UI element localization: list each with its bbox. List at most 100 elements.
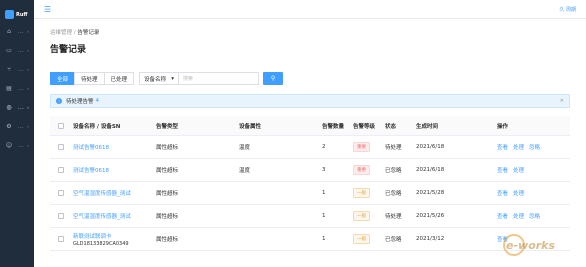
device-attr: 温度 [239, 145, 251, 151]
row-action-link[interactable]: 处理 [513, 168, 524, 174]
logo-text: Ruff [16, 11, 28, 18]
data-icon: ▤ [6, 85, 12, 92]
alarm-type: 属性超标 [156, 145, 179, 151]
table-header: 设备名称 / 设备SN 告警类型 设备属性 告警数量 告警等级 状态 生成时间 … [50, 116, 570, 136]
row-action-link[interactable]: 忽略 [529, 145, 540, 151]
breadcrumb-current: 告警记录 [77, 30, 100, 36]
device-name-link[interactable]: 测试告警0618 [73, 143, 156, 151]
eworks-watermark: e-works [503, 234, 555, 256]
sidebar-item-settings[interactable]: ⚙... › [0, 117, 34, 136]
sidebar-item-user[interactable]: ☺... › [0, 136, 34, 155]
status-text: 待处理 [385, 214, 402, 220]
status-text: 待处理 [385, 145, 402, 151]
row-action-link[interactable]: 查看 [497, 191, 508, 197]
sidebar-item-label: ... [18, 123, 25, 130]
alarm-count: 1 [322, 236, 326, 242]
alarm-count: 2 [322, 144, 326, 150]
header-ops: 操作 [497, 123, 509, 130]
chevron-right-icon: › [27, 67, 29, 72]
page-title: 告警记录 [50, 45, 87, 55]
alarm-count: 1 [322, 213, 326, 219]
chevron-down-icon: ▾ [171, 75, 175, 82]
level-badge: 一般 [353, 234, 370, 244]
created-time: 2021/3/12 [416, 236, 445, 242]
device-name-link[interactable]: 测试告警0618 [73, 166, 156, 174]
logo[interactable]: Ruff [0, 0, 34, 22]
header-type: 告警类型 [156, 123, 179, 130]
header-count: 告警数量 [322, 123, 345, 130]
tab-all[interactable]: 全部 [50, 72, 76, 85]
sidebar-item-label: ... [18, 85, 25, 92]
header-time: 生成时间 [416, 123, 439, 130]
chevron-right-icon: › [27, 143, 29, 148]
user-menu[interactable]: 久 周期 [559, 6, 576, 13]
alarm-table: 设备名称 / 设备SN 告警类型 设备属性 告警数量 告警等级 状态 生成时间 … [50, 116, 570, 251]
breadcrumb: 运维管理 / 告警记录 [50, 28, 99, 36]
header-status: 状态 [385, 123, 397, 130]
sidebar-item-label: ... [18, 66, 25, 73]
row-action-link[interactable]: 处理 [513, 191, 524, 197]
table-row: 新联测试联调卡 GLD18133829CA0349 属性超标 1 一般 已忽略 2021/3… [50, 228, 570, 251]
select-all-checkbox[interactable] [58, 122, 64, 129]
row-checkbox[interactable] [58, 190, 64, 196]
device-name-link[interactable]: 新联测试联调卡 [73, 232, 156, 240]
sidebar-item-data[interactable]: ▤... › [0, 79, 34, 98]
row-checkbox[interactable] [58, 167, 64, 173]
sidebar: Ruff ⌂... › ▭... › ⑂... › ▤... › ◎... › ⚙... › ☺... › [0, 0, 34, 267]
sidebar-item-home[interactable]: ⌂... › [0, 22, 34, 41]
svg-text:e-works: e-works [506, 239, 555, 252]
alarm-type: 属性超标 [156, 214, 179, 220]
row-checkbox[interactable] [58, 144, 64, 150]
row-action-link[interactable]: 查看 [497, 145, 508, 151]
alarm-type: 属性超标 [156, 191, 179, 197]
alarm-type: 属性超标 [156, 237, 179, 243]
row-actions: 查看 处理 [497, 189, 557, 197]
level-badge: 一般 [353, 211, 370, 221]
tab-pending[interactable]: 待处理 [74, 72, 105, 85]
alert-text: 待处理告警 [66, 99, 94, 105]
home-icon: ⌂ [7, 28, 11, 35]
status-text: 已忽略 [385, 168, 402, 174]
alarm-type: 属性超标 [156, 168, 179, 174]
status-text: 已忽略 [385, 191, 402, 197]
menu-toggle-icon[interactable]: ☰ [44, 5, 51, 14]
settings-icon: ⚙ [6, 123, 12, 130]
main-content: 运维管理 / 告警记录 告警记录 全部 待处理 已处理 设备名称 ▾ ⚲ ! 待… [34, 19, 586, 267]
device-name-link[interactable]: 空气温湿度传感器_测试 [73, 189, 156, 197]
row-action-link[interactable]: 忽略 [529, 214, 540, 220]
row-actions: 查看 处理 忽略 [497, 212, 557, 220]
breadcrumb-parent[interactable]: 运维管理 [50, 30, 72, 36]
device-name-link[interactable]: 空气温湿度传感器_测试 [73, 212, 156, 220]
alarm-count: 3 [322, 167, 326, 173]
chevron-right-icon: › [27, 29, 29, 34]
row-action-link[interactable]: 查看 [497, 214, 508, 220]
created-time: 2021/5/28 [416, 190, 445, 196]
header-attr: 设备属性 [239, 123, 262, 130]
sidebar-item-alarm[interactable]: ◎... › [0, 98, 34, 117]
table-row: 测试告警0618 属性超标 温度 2 重要 待处理 2021/6/18 查看 处理 忽略 [50, 136, 570, 159]
row-action-link[interactable]: 处理 [513, 214, 524, 220]
search-input[interactable] [179, 72, 260, 85]
sidebar-item-flow[interactable]: ⑂... › [0, 60, 34, 79]
table-row: 空气温湿度传感器_测试 属性超标 1 一般 待处理 2021/5/26 查看 处理 忽略 [50, 205, 570, 228]
row-action-link[interactable]: 处理 [513, 145, 524, 151]
header-level: 告警等级 [353, 123, 376, 130]
row-checkbox[interactable] [58, 236, 64, 242]
alert-count: 4 [95, 98, 100, 104]
close-icon[interactable]: ✕ [560, 98, 564, 104]
info-icon: ! [56, 98, 62, 104]
search-icon: ⚲ [270, 75, 276, 82]
topbar: ☰ 久 周期 [34, 0, 586, 19]
chevron-right-icon: › [27, 124, 29, 129]
row-action-link[interactable]: 查看 [497, 168, 508, 174]
search-field-select[interactable]: 设备名称 ▾ [139, 72, 180, 85]
row-checkbox[interactable] [58, 213, 64, 219]
sidebar-item-device[interactable]: ▭... › [0, 41, 34, 60]
row-actions: 查看 处理 [497, 166, 557, 174]
sidebar-item-label: ... [18, 28, 25, 35]
level-badge: 一般 [353, 188, 370, 198]
sidebar-item-label: ... [18, 47, 25, 54]
search-button[interactable]: ⚲ [263, 72, 284, 85]
created-time: 2021/6/18 [416, 144, 445, 150]
tab-processed[interactable]: 已处理 [103, 72, 135, 85]
